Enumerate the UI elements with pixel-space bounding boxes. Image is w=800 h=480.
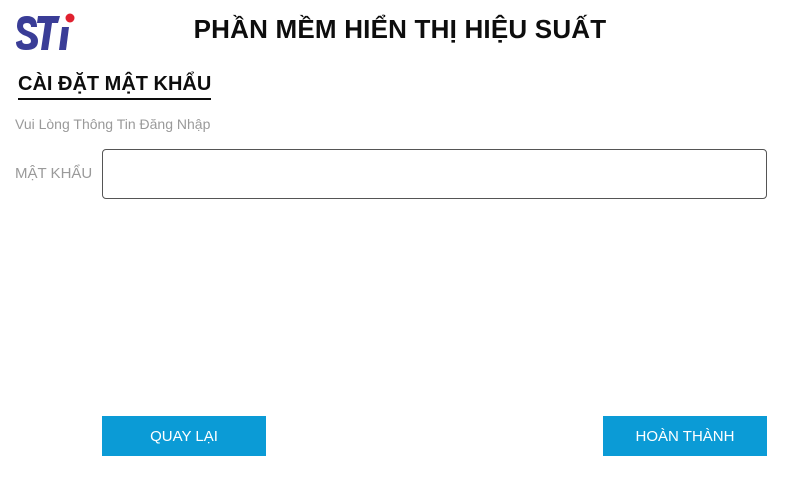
finish-button[interactable]: HOÀN THÀNH	[603, 416, 767, 456]
app-title: PHẦN MỀM HIỂN THỊ HIỆU SUẤT	[193, 14, 607, 44]
section-title: CÀI ĐẶT MẬT KHẨU	[18, 72, 212, 100]
back-button[interactable]: QUAY LẠI	[102, 416, 266, 456]
password-label: MẬT KHẨU	[15, 165, 93, 182]
password-input[interactable]	[102, 149, 767, 199]
login-instruction: Vui Lòng Thông Tin Đăng Nhập	[15, 116, 211, 132]
